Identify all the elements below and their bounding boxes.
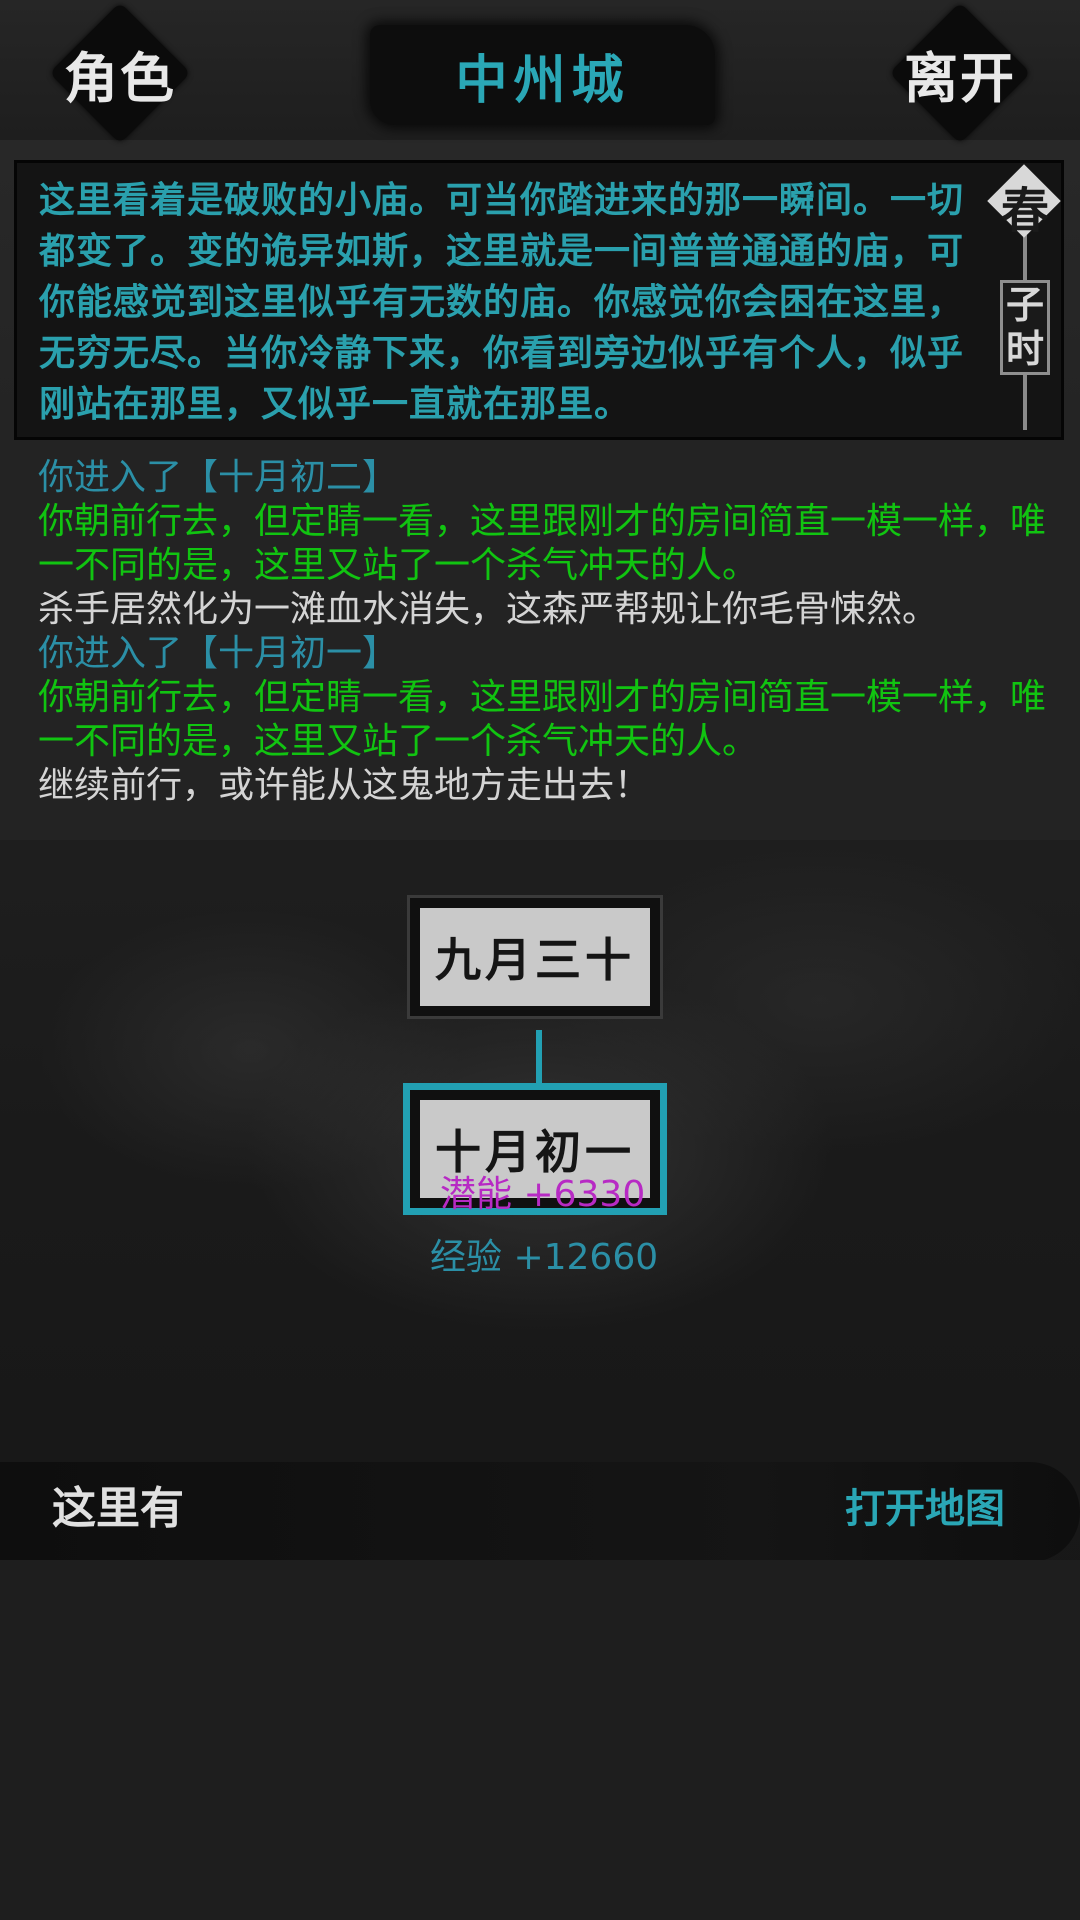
log-entry: 你朝前行去，但定睛一看，这里跟刚才的房间简直一模一样，唯一不同的是，这里又站了一… xyxy=(38,677,1047,762)
log-entry: 你进入了【十月初二】 xyxy=(38,457,399,498)
open-map-button[interactable]: 打开地图 xyxy=(845,1476,1005,1534)
location-description: 这里看着是破败的小庙。可当你踏进来的那一瞬间。一切都变了。变的诡异如斯，这里就是… xyxy=(39,179,965,425)
map-node-label: 九月三十 xyxy=(435,933,635,987)
location-title-banner: 中州城 xyxy=(370,25,715,125)
log-entry: 你进入了【十月初一】 xyxy=(38,633,399,674)
character-button-label: 角色 xyxy=(64,45,176,110)
location-description-box: 这里看着是破败的小庙。可当你踏进来的那一瞬间。一切都变了。变的诡异如斯，这里就是… xyxy=(14,160,1064,440)
npc-list-area xyxy=(0,1560,1080,1920)
reward-experience: 经验 +12660 xyxy=(430,1237,659,1278)
season-indicator: 春 子时 xyxy=(987,164,1061,435)
here-label: 这里有 xyxy=(52,1483,184,1534)
map-connector xyxy=(536,1030,542,1088)
reward-potential: 潜能 +6330 xyxy=(440,1174,646,1215)
season-label: 春 xyxy=(1000,183,1049,239)
leave-button-label: 离开 xyxy=(904,45,1016,110)
log-entry: 杀手居然化为一滩血水消失，这森严帮规让你毛骨悚然。 xyxy=(38,589,939,630)
log-entry: 你朝前行去，但定睛一看，这里跟刚才的房间简直一模一样，唯一不同的是，这里又站了一… xyxy=(38,501,1047,586)
character-button[interactable]: 角色 xyxy=(45,2,195,144)
location-title: 中州城 xyxy=(455,49,630,111)
event-log: 你进入了【十月初二】 你朝前行去，但定睛一看，这里跟刚才的房间简直一模一样，唯一… xyxy=(0,440,1080,840)
time-of-day-label: 子时 xyxy=(1000,280,1050,375)
map-node-previous[interactable]: 九月三十 xyxy=(407,895,663,1019)
leave-button[interactable]: 离开 xyxy=(885,2,1035,144)
log-entry: 继续前行，或许能从这鬼地方走出去！ xyxy=(38,765,651,806)
